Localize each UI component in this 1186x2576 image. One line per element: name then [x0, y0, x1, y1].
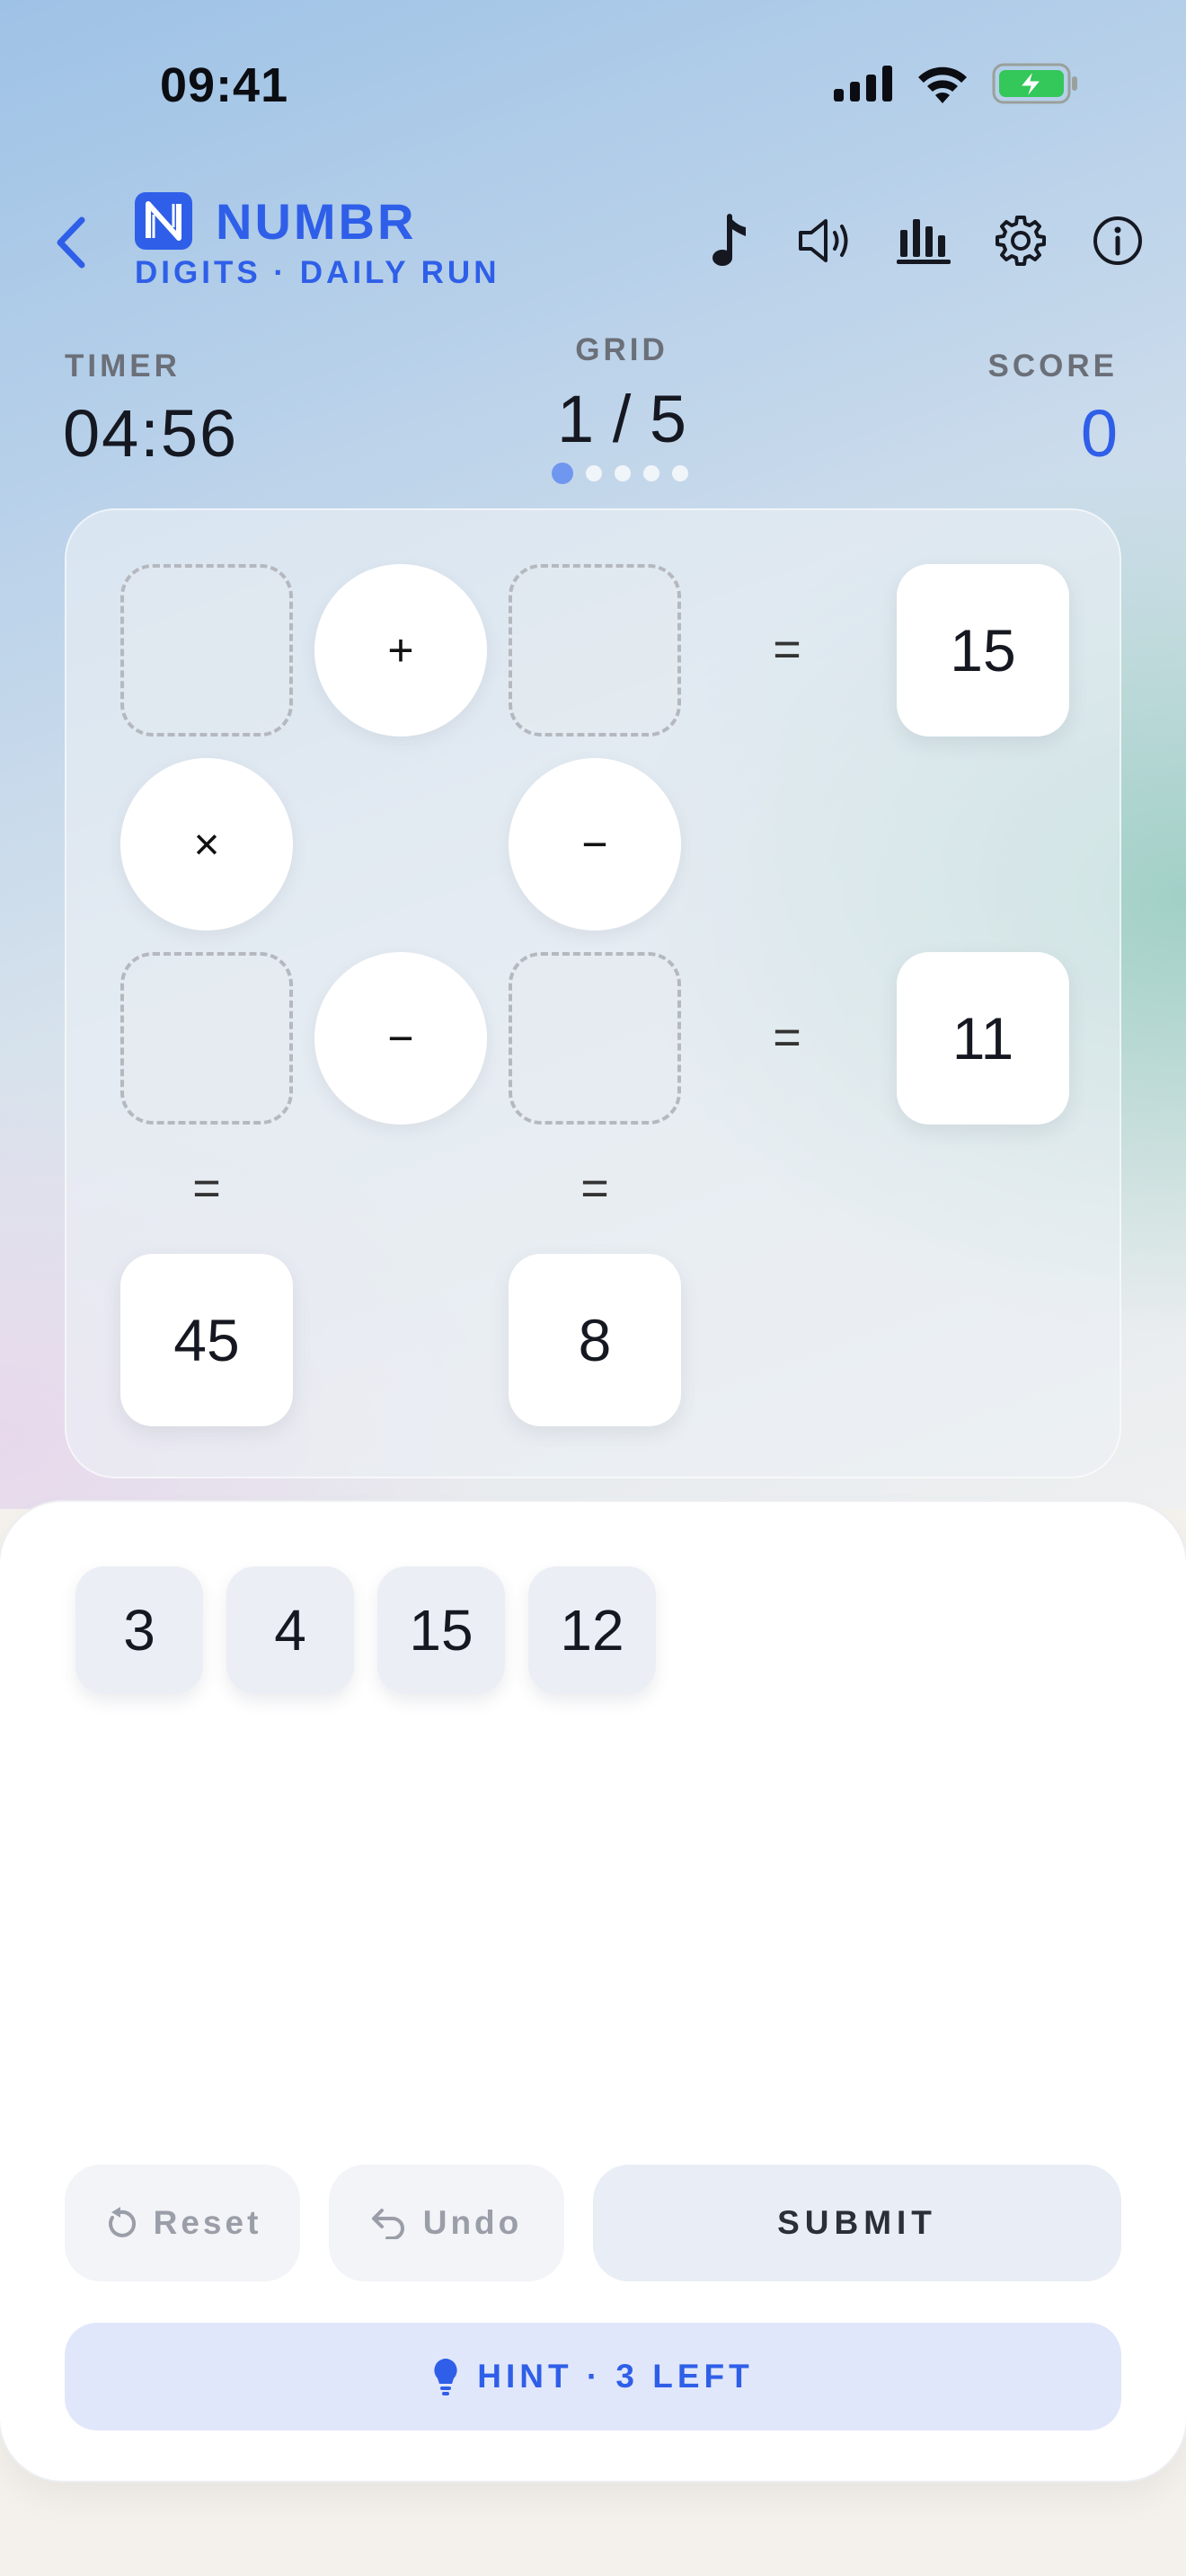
undo-icon: [371, 2209, 404, 2239]
operator-col2: −: [509, 758, 681, 931]
battery-icon: [992, 63, 1077, 104]
empty-slot-r1c2[interactable]: [509, 564, 681, 737]
progress-dot: [643, 465, 659, 481]
music-icon: [712, 214, 746, 266]
result-col1: 45: [120, 1254, 293, 1426]
operator-r2: −: [314, 952, 487, 1125]
empty-slot-r1c1[interactable]: [120, 564, 293, 737]
number-tile[interactable]: 12: [528, 1566, 656, 1694]
equals-col2: =: [580, 1161, 609, 1215]
score-label: SCORE: [987, 348, 1118, 384]
equals-r2: =: [773, 1010, 801, 1064]
stats-button[interactable]: [891, 208, 956, 273]
undo-label: Undo: [422, 2204, 523, 2241]
progress-dot: [552, 463, 573, 484]
header-toolbar: [697, 208, 1150, 273]
equals-col1: =: [192, 1161, 221, 1215]
hint-label: HINT · 3 LEFT: [477, 2358, 754, 2395]
gear-icon: [996, 216, 1046, 266]
wifi-icon: [918, 66, 967, 103]
info-icon: [1093, 216, 1142, 265]
operator-col1: ×: [120, 758, 293, 931]
equals-r1: =: [773, 622, 801, 676]
operator-r1: +: [314, 564, 487, 737]
grid-progress-dots: [552, 463, 688, 484]
lightbulb-icon: [434, 2359, 457, 2395]
reset-button[interactable]: Reset: [65, 2165, 300, 2281]
app-subtitle: DIGITS · DAILY RUN: [135, 255, 500, 290]
hint-button[interactable]: HINT · 3 LEFT: [65, 2323, 1121, 2430]
reset-icon: [108, 2207, 136, 2237]
number-tile[interactable]: 4: [226, 1566, 354, 1694]
number-tile[interactable]: 15: [377, 1566, 505, 1694]
back-icon: [57, 216, 85, 269]
music-button[interactable]: [697, 208, 762, 273]
app-logo: [135, 192, 192, 250]
empty-slot-r2c1[interactable]: [120, 952, 293, 1125]
grid-counter: 1 / 5: [557, 382, 686, 456]
stats-icon: [897, 219, 951, 264]
progress-dot: [672, 465, 688, 481]
volume-icon: [799, 219, 848, 262]
empty-slot-r2c2[interactable]: [509, 952, 681, 1125]
submit-button[interactable]: SUBMIT: [593, 2165, 1121, 2281]
logo-n-icon: [146, 201, 181, 241]
progress-dot: [615, 465, 631, 481]
settings-button[interactable]: [988, 208, 1053, 273]
score-value: 0: [1080, 396, 1118, 471]
progress-dot: [586, 465, 602, 481]
sound-button[interactable]: [794, 208, 859, 273]
number-tile[interactable]: 3: [75, 1566, 203, 1694]
info-button[interactable]: [1085, 208, 1150, 273]
result-r2: 11: [897, 952, 1069, 1125]
back-button[interactable]: [49, 214, 93, 271]
result-r1: 15: [897, 564, 1069, 737]
app-title: NUMBR: [216, 193, 417, 250]
status-time: 09:41: [160, 58, 289, 112]
signal-icon: [834, 66, 892, 101]
reset-label: Reset: [153, 2204, 262, 2241]
undo-button[interactable]: Undo: [329, 2165, 564, 2281]
result-col2: 8: [509, 1254, 681, 1426]
status-icons: [834, 63, 1078, 104]
puzzle-board: + = 15 × − − = 11 = = 45 8: [65, 508, 1121, 1478]
